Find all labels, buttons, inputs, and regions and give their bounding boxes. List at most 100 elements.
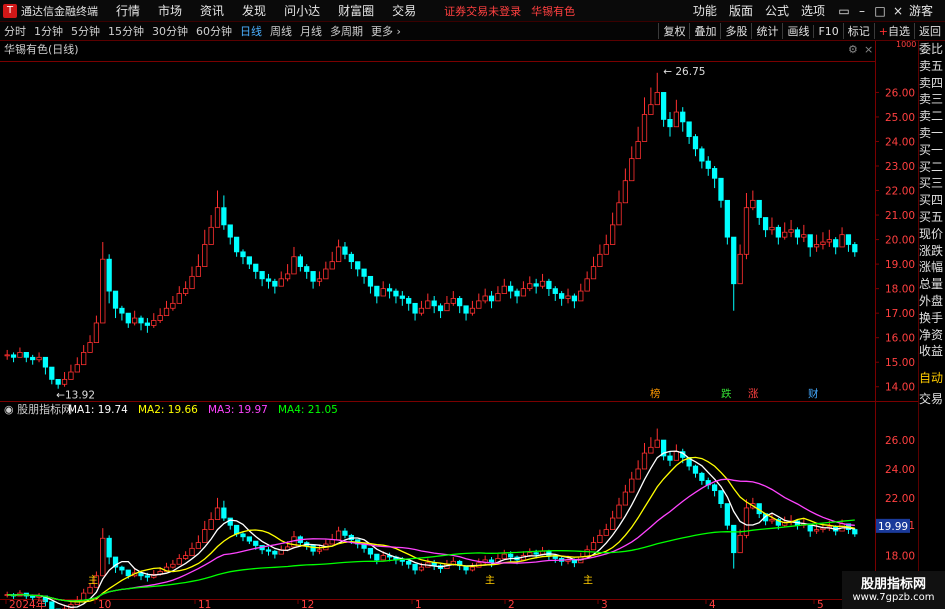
price-candle <box>87 342 93 353</box>
menu-news[interactable]: 资讯 <box>200 2 224 19</box>
price-candle <box>189 275 195 290</box>
period-1min[interactable]: 1分钟 <box>30 23 67 39</box>
period-30min[interactable]: 30分钟 <box>148 23 192 39</box>
indicator-candle <box>820 527 826 530</box>
price-candle <box>437 305 444 312</box>
indicator-candle <box>240 533 246 538</box>
price-axis-label: 17.00 <box>885 308 915 320</box>
title-bar: T 通达信金融终端 行情 市场 资讯 发现 问小达 财富圈 交易 证券交易未登录… <box>0 0 945 22</box>
price-candle <box>157 315 163 321</box>
tool-f10[interactable]: F10 <box>813 24 842 38</box>
menu-market[interactable]: 市场 <box>158 2 182 19</box>
price-candle <box>106 258 112 292</box>
indicator-candle <box>227 517 233 526</box>
tool-draw[interactable]: 画线 <box>782 23 813 39</box>
price-axis-label: 14.00 <box>885 382 915 394</box>
price-candle <box>514 290 520 297</box>
kline-chart-area[interactable]: 华锡有色(日线) ⚙ × 1000 26.00 25.00 24.00 23.00 22.00 2… <box>0 41 918 609</box>
period-weekly[interactable]: 周线 <box>266 23 296 39</box>
period-more[interactable]: 更多 › <box>367 23 405 39</box>
price-candle <box>361 268 367 277</box>
price-candle <box>839 234 845 248</box>
price-candle <box>616 202 622 226</box>
app-title: 通达信金融终端 <box>21 4 98 18</box>
price-candle <box>501 285 507 294</box>
indicator-candle <box>170 563 176 568</box>
price-candle <box>68 371 74 380</box>
price-candle <box>629 158 635 182</box>
indicator-candle <box>367 547 374 555</box>
period-monthly[interactable]: 月线 <box>296 23 326 39</box>
period-tick[interactable]: 分时 <box>0 23 30 39</box>
price-candle <box>756 199 762 218</box>
price-candle <box>386 288 393 292</box>
trade-login-notice[interactable]: 证券交易未登录 <box>444 3 521 19</box>
tool-mark[interactable]: 标记 <box>842 23 874 39</box>
return-button[interactable]: 返回 <box>914 23 945 39</box>
price-candle <box>590 266 597 280</box>
indicator-candle <box>329 539 335 545</box>
menu-function[interactable]: 功能 <box>693 2 717 19</box>
indicator-candle <box>342 530 348 536</box>
menu-ask[interactable]: 问小达 <box>284 2 320 19</box>
tool-multi[interactable]: 多股 <box>720 23 751 39</box>
period-15min[interactable]: 15分钟 <box>104 23 148 39</box>
price-candle <box>374 285 380 297</box>
menu-discover[interactable]: 发现 <box>242 2 266 19</box>
price-candle <box>30 356 36 361</box>
menu-formula[interactable]: 公式 <box>765 2 789 19</box>
price-candle <box>119 307 125 314</box>
time-axis-label: 2 <box>508 599 515 609</box>
maximize-icon[interactable]: □ <box>873 4 887 18</box>
price-candle <box>342 246 348 255</box>
indicator-candle <box>412 563 418 571</box>
indicator-candle <box>208 519 214 530</box>
period-daily[interactable]: 日线 <box>236 23 266 39</box>
restore-window-icon[interactable]: ▭ <box>837 4 851 18</box>
side-trade-label[interactable]: 交易 <box>919 389 945 409</box>
price-candle <box>425 300 431 309</box>
ma-line-4 <box>7 519 855 602</box>
price-candle <box>132 317 138 324</box>
price-candle <box>17 352 23 358</box>
menu-trade[interactable]: 交易 <box>392 2 416 19</box>
price-candle <box>316 278 323 282</box>
price-candle <box>584 278 590 292</box>
indicator-ma-label: MA1: 19.74 <box>68 404 128 416</box>
indicator-candle <box>813 529 820 532</box>
price-candle <box>278 278 284 287</box>
tool-fq[interactable]: 复权 <box>658 23 689 39</box>
side-auto-label[interactable]: 自动 <box>919 368 945 388</box>
tool-stats[interactable]: 统计 <box>751 23 782 39</box>
price-candle <box>769 226 775 231</box>
period-60min[interactable]: 60分钟 <box>192 23 236 39</box>
indicator-candle <box>406 560 412 565</box>
close-icon[interactable]: × <box>891 4 905 18</box>
add-favorite-button[interactable]: +自选 <box>873 23 914 39</box>
price-candle <box>36 356 42 361</box>
tool-overlay[interactable]: 叠加 <box>689 23 720 39</box>
indicator-axis-label: 18.00 <box>885 551 915 563</box>
indicator-candle <box>527 552 533 556</box>
minimize-icon[interactable]: – <box>855 4 869 18</box>
guest-label[interactable]: 游客 <box>909 2 933 19</box>
price-candle <box>705 160 711 169</box>
menu-wealth[interactable]: 财富圈 <box>338 2 374 19</box>
side-label-14: 总量 <box>919 277 944 292</box>
price-candle <box>469 307 476 314</box>
menu-options[interactable]: 选项 <box>801 2 825 19</box>
indicator-candle <box>731 524 737 554</box>
indicator-candle <box>214 507 221 520</box>
period-5min[interactable]: 5分钟 <box>67 23 104 39</box>
indicator-candle <box>125 569 131 577</box>
price-candle <box>641 114 648 142</box>
menu-quotes[interactable]: 行情 <box>116 2 140 19</box>
period-multi[interactable]: 多周期 <box>326 23 367 39</box>
time-axis-label: 5 <box>817 599 824 609</box>
price-candle <box>559 293 565 299</box>
price-candle <box>711 168 718 179</box>
menu-layout[interactable]: 版面 <box>729 2 753 19</box>
indicator-candle <box>374 553 380 561</box>
side-label-1: 卖五 <box>919 58 944 73</box>
price-candle <box>406 298 412 304</box>
